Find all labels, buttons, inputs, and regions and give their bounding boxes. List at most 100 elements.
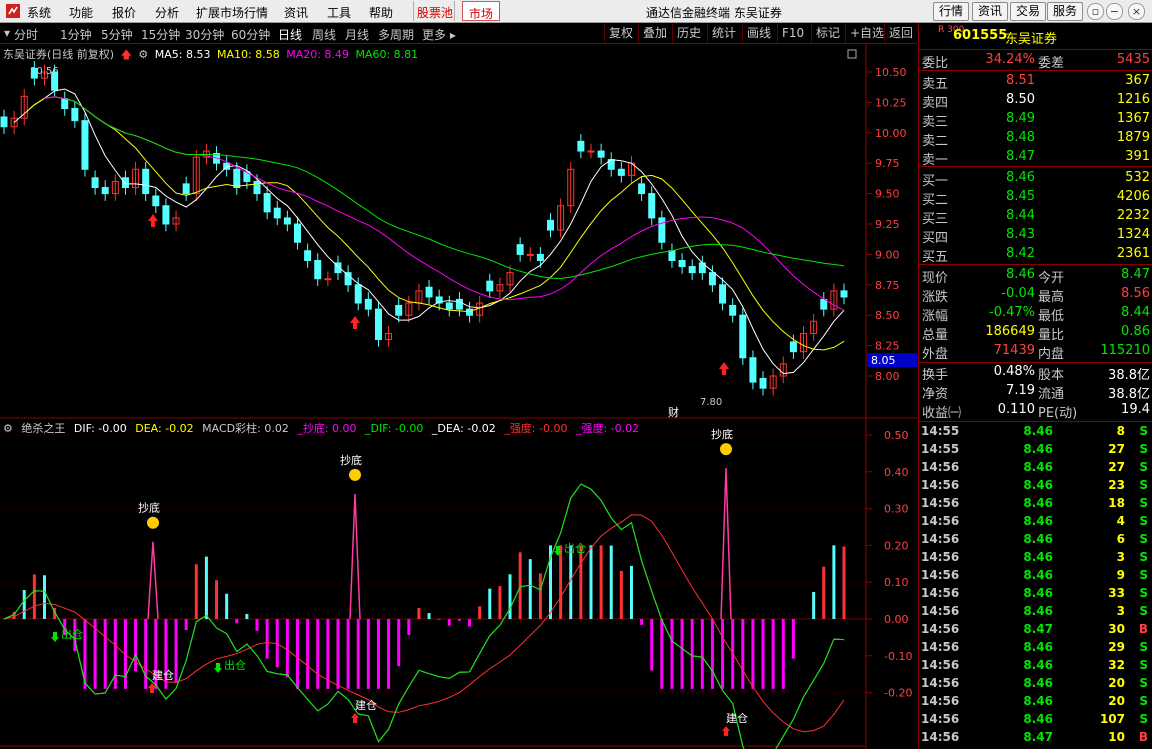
mark-button[interactable]: 标记 bbox=[811, 24, 844, 43]
tick-time: 14:55 bbox=[921, 442, 960, 456]
quote-row: 总量 186649 量比 0.86 bbox=[919, 323, 1152, 343]
restore-right-button[interactable]: 复权 bbox=[604, 24, 637, 43]
menu-help[interactable]: 帮助 bbox=[369, 4, 393, 21]
ask-row[interactable]: 卖三 8.49 1367 bbox=[919, 110, 1152, 130]
market-tab[interactable]: 市场 bbox=[462, 1, 500, 21]
service-button[interactable]: 服务 bbox=[1047, 2, 1084, 21]
candle-body bbox=[617, 168, 625, 176]
tick-time: 14:56 bbox=[921, 622, 960, 636]
tick-side: S bbox=[1139, 478, 1148, 492]
period-30min[interactable]: 30分钟 bbox=[185, 26, 224, 43]
candle-body bbox=[759, 377, 767, 389]
candle-body bbox=[547, 219, 555, 231]
menu-analysis[interactable]: 分析 bbox=[155, 4, 179, 21]
menu-news[interactable]: 资讯 bbox=[284, 4, 308, 21]
tick-side: B bbox=[1138, 730, 1148, 744]
ask-row[interactable]: 卖二 8.48 1879 bbox=[919, 129, 1152, 149]
stat-row: 换手 0.48% 股本 38.8亿 bbox=[919, 363, 1152, 383]
menu-toggle-icon[interactable]: ▾ bbox=[4, 26, 10, 40]
quote-button[interactable]: 行情 bbox=[933, 2, 970, 21]
tick-volume: 27 bbox=[1108, 460, 1125, 474]
period-more[interactable]: 更多 ▸ bbox=[422, 26, 456, 43]
sad-face-icon bbox=[720, 443, 732, 456]
chart-area[interactable]: 10.50 10.25 10.00 9.75 9.50 9.25 9.00 8.75 8.50 8… bbox=[0, 44, 917, 749]
settings-icon[interactable]: ⚙ bbox=[138, 48, 148, 61]
period-daily[interactable]: 日线 bbox=[278, 26, 302, 43]
menu-system[interactable]: 系统 bbox=[27, 4, 51, 21]
candle-body bbox=[466, 308, 474, 316]
period-1min[interactable]: 1分钟 bbox=[60, 26, 92, 43]
candle-body bbox=[486, 280, 494, 292]
exit-position-arrow-icon bbox=[214, 663, 222, 673]
stock-name[interactable]: 东吴证券 bbox=[1005, 28, 1057, 47]
tick-time: 14:56 bbox=[921, 658, 960, 672]
period-60min[interactable]: 60分钟 bbox=[231, 26, 270, 43]
period-5min[interactable]: 5分钟 bbox=[101, 26, 133, 43]
chart-canvas[interactable]: 10.50 10.25 10.00 9.75 9.50 9.25 9.00 8.75 8.50 8… bbox=[0, 44, 917, 749]
ask-volume: 1879 bbox=[1116, 130, 1150, 145]
f10-button[interactable]: F10 bbox=[777, 24, 808, 43]
close-icon[interactable]: × bbox=[1128, 3, 1145, 20]
trade-button[interactable]: 交易 bbox=[1010, 2, 1047, 21]
divider bbox=[919, 166, 1152, 167]
period-monthly[interactable]: 月线 bbox=[345, 26, 369, 43]
ask-row[interactable]: 卖四 8.50 1216 bbox=[919, 91, 1152, 111]
stat-label: 换手 bbox=[922, 368, 949, 383]
ask-price: 8.49 bbox=[1006, 111, 1035, 126]
tick-row: 14:56 8.46 107 S bbox=[919, 711, 1152, 729]
overlay-button[interactable]: 叠加 bbox=[638, 24, 671, 43]
period-15min[interactable]: 15分钟 bbox=[141, 26, 180, 43]
candle-body bbox=[162, 205, 170, 225]
tick-row: 14:56 8.46 33 S bbox=[919, 585, 1152, 603]
stock-code: 601555 bbox=[953, 28, 1008, 43]
history-button[interactable]: 历史 bbox=[672, 24, 705, 43]
menu-extended-market[interactable]: 扩展市场行情 bbox=[196, 4, 268, 21]
menu-quote[interactable]: 报价 bbox=[112, 4, 136, 21]
menu-function[interactable]: 功能 bbox=[69, 4, 93, 21]
candle-body bbox=[587, 150, 595, 153]
stat-value-2: 38.8亿 bbox=[1108, 387, 1150, 402]
bid-volume: 532 bbox=[1125, 170, 1150, 185]
bid-row[interactable]: 买四 8.43 1324 bbox=[919, 226, 1152, 246]
tick-price: 8.46 bbox=[1023, 676, 1053, 690]
quote-value: 186649 bbox=[985, 324, 1035, 339]
back-button[interactable]: 返回 bbox=[884, 24, 917, 43]
bid-row[interactable]: 买一 8.46 532 bbox=[919, 169, 1152, 189]
ask-row[interactable]: 卖一 8.47 391 bbox=[919, 148, 1152, 168]
news-button[interactable]: 资讯 bbox=[972, 2, 1009, 21]
tick-price: 8.46 bbox=[1023, 496, 1053, 510]
tick-volume: 8 bbox=[1116, 424, 1125, 438]
bid-row[interactable]: 买五 8.42 2361 bbox=[919, 245, 1152, 265]
minimize-icon[interactable]: − bbox=[1106, 3, 1123, 20]
tick-price: 8.46 bbox=[1023, 532, 1053, 546]
stock-pool-tab[interactable]: 股票池 bbox=[413, 1, 455, 21]
tick-side: S bbox=[1139, 532, 1148, 546]
build-position-arrow-icon bbox=[722, 726, 730, 736]
tick-row: 14:56 8.46 27 S bbox=[919, 459, 1152, 477]
maximize-pane-icon bbox=[847, 49, 857, 59]
quote-value: 8.46 bbox=[1006, 267, 1035, 282]
indicator-strength1: _强度: -0.00 bbox=[504, 422, 568, 435]
ask-row[interactable]: 卖五 8.51 367 bbox=[919, 72, 1152, 92]
bid-row[interactable]: 买三 8.44 2232 bbox=[919, 207, 1152, 227]
ask-volume: 391 bbox=[1125, 149, 1150, 164]
draw-line-button[interactable]: 画线 bbox=[742, 24, 775, 43]
divider bbox=[919, 264, 1152, 265]
candle-body bbox=[526, 253, 534, 256]
period-multi[interactable]: 多周期 bbox=[378, 26, 414, 43]
stat-row: 净资 7.19 流通 38.8亿 bbox=[919, 382, 1152, 402]
statistics-button[interactable]: 统计 bbox=[707, 24, 740, 43]
indicator-settings-icon[interactable]: ⚙ bbox=[3, 422, 13, 435]
tick-volume: 30 bbox=[1108, 622, 1125, 636]
candle-body bbox=[820, 298, 828, 310]
menu-tools[interactable]: 工具 bbox=[327, 4, 351, 21]
period-fenshi[interactable]: 分时 bbox=[14, 26, 38, 43]
tick-side: S bbox=[1139, 586, 1148, 600]
tick-time: 14:56 bbox=[921, 604, 960, 618]
bid-row[interactable]: 买二 8.45 4206 bbox=[919, 188, 1152, 208]
high-price-label: 10.56 bbox=[30, 66, 59, 77]
restore-icon[interactable]: ▫ bbox=[1087, 3, 1104, 20]
ma5-value: MA5: 8.53 bbox=[154, 48, 211, 61]
period-weekly[interactable]: 周线 bbox=[312, 26, 336, 43]
add-watchlist-button[interactable]: +自选 bbox=[845, 24, 888, 43]
